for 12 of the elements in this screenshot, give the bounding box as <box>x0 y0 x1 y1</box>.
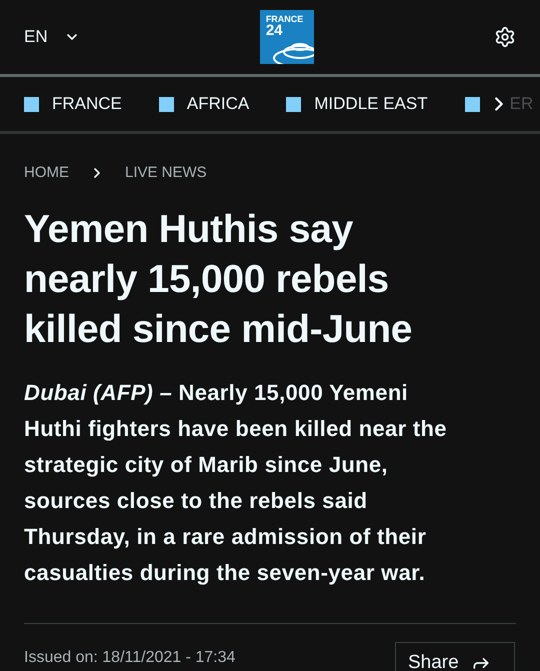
settings-icon[interactable] <box>494 26 516 48</box>
breadcrumb-link[interactable]: HOME <box>24 162 69 184</box>
article-lead: Dubai (AFP) – Nearly 15,000 Yemeni Huthi fighters have been killed near the strategic city of Marib since June, sources close to the rebels said Thursday, in a rare admission of their casualties during the seven-year war. <box>24 378 448 587</box>
language-selector[interactable]: EN <box>24 24 80 50</box>
share-button[interactable]: Share <box>395 642 515 671</box>
issued-date: Issued on: 18/11/2021 - 17:34 <box>24 648 236 668</box>
nav-link[interactable]: FRANCE <box>24 91 122 117</box>
breadcrumb-link[interactable]: LIVE NEWS <box>125 162 207 184</box>
nav-link[interactable]: MIDDLE EAST <box>286 91 428 117</box>
nav-link[interactable]: AFRICA <box>158 91 250 117</box>
article-title: Yemen Huthis say nearly 15,000 rebels killed since mid-June <box>24 206 414 352</box>
logo[interactable]: FRANCE 24 <box>260 10 314 64</box>
